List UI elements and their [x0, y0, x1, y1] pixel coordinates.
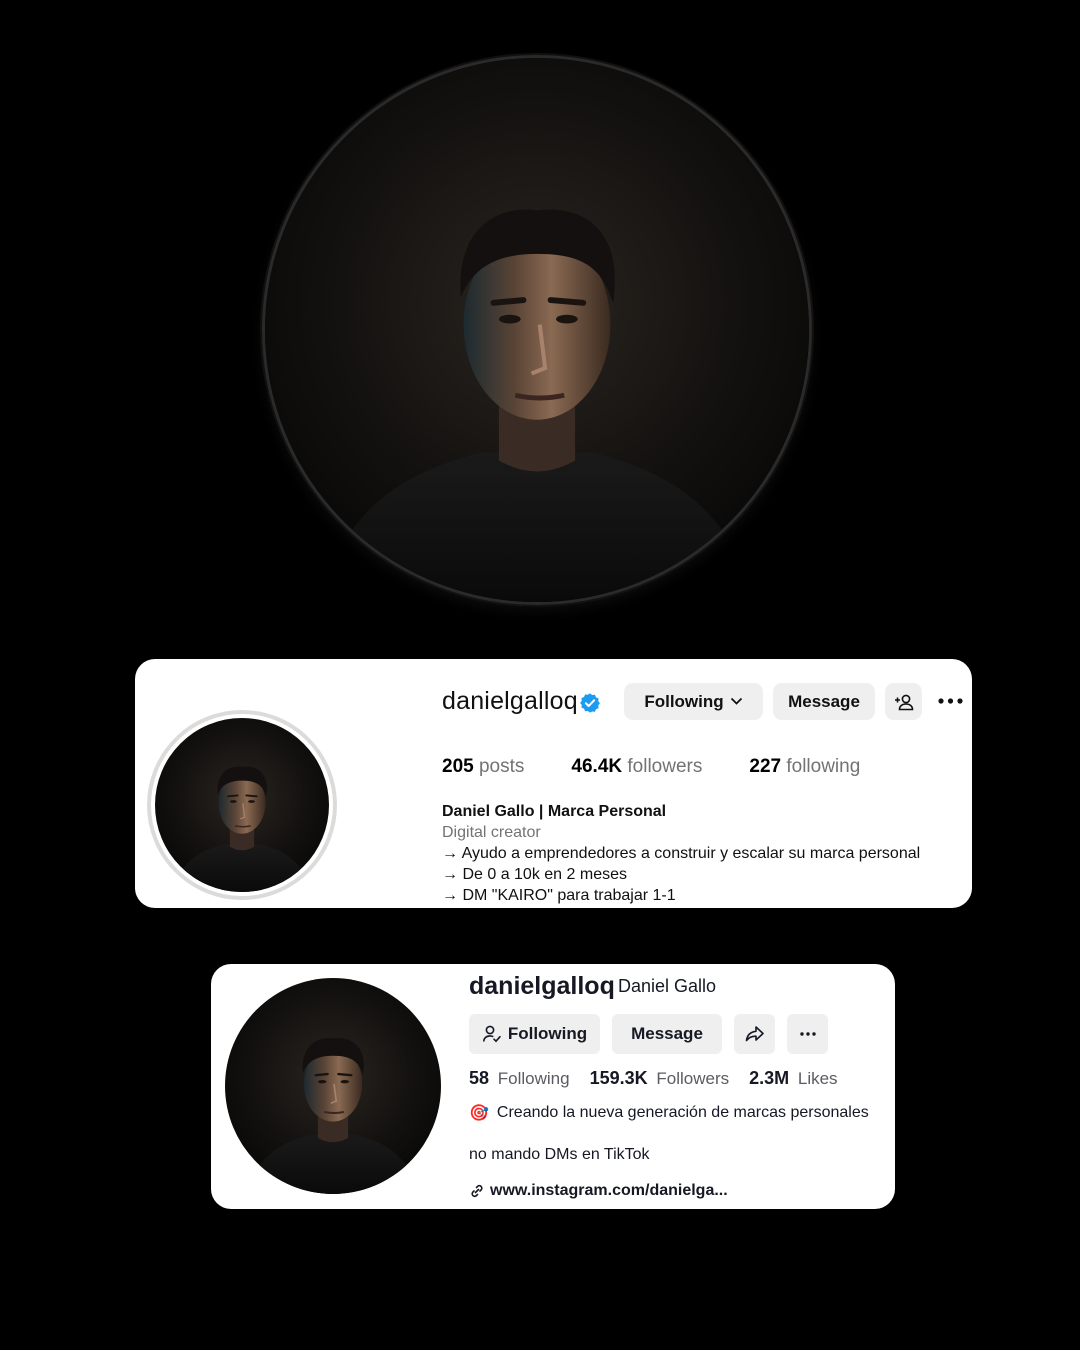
message-button[interactable]: Message [612, 1014, 722, 1054]
likes-count: 2.3M Likes [749, 1068, 838, 1088]
instagram-profile-card: danielgalloq Following Message 205 posts… [135, 659, 972, 908]
hero-portrait [262, 55, 812, 605]
link-text: www.instagram.com/danielga... [490, 1182, 728, 1199]
bio-line: → De 0 a 10k en 2 meses [442, 866, 627, 883]
following-count[interactable]: 58 Following [469, 1068, 570, 1089]
bio-line: 🎯 Creando la nueva generación de marcas … [469, 1103, 869, 1123]
user-check-icon [482, 1025, 501, 1043]
avatar[interactable] [147, 710, 337, 900]
followers-count[interactable]: 159.3K Followers [590, 1068, 730, 1089]
following-count[interactable]: 227 following [749, 756, 860, 778]
target-emoji-icon: 🎯 [469, 1105, 489, 1122]
profile-photo [265, 58, 809, 602]
add-user-icon [894, 694, 913, 710]
username: danielgalloq [442, 687, 578, 715]
bio-line: → Ayudo a emprendedores a construir y es… [442, 845, 921, 862]
verified-badge-icon [580, 693, 600, 713]
category-label: Digital creator [442, 824, 541, 841]
more-icon [799, 1032, 816, 1036]
following-button-label: Following [507, 1024, 588, 1043]
share-icon [745, 1026, 764, 1042]
avatar[interactable] [225, 978, 441, 1194]
username: danielgalloq [469, 972, 615, 1000]
message-button-label: Message [788, 691, 860, 711]
more-options-icon[interactable] [937, 695, 964, 707]
chevron-down-icon [730, 697, 742, 705]
display-name: Daniel Gallo | Marca Personal [442, 803, 667, 820]
profile-stats: 58 Following 159.3K Followers 2.3M Likes [469, 1068, 858, 1089]
profile-stats: 205 posts 46.4K followers 227 following [442, 756, 907, 778]
followers-count[interactable]: 46.4K followers [571, 756, 702, 778]
bio: Daniel Gallo | Marca Personal Digital cr… [442, 801, 920, 906]
profile-link[interactable]: www.instagram.com/danielga... [469, 1182, 728, 1200]
nickname: Daniel Gallo [618, 976, 717, 996]
following-button-label: Following [644, 691, 724, 711]
message-button-label: Message [631, 1024, 703, 1043]
link-icon [471, 1184, 483, 1198]
share-button[interactable] [734, 1014, 775, 1054]
following-button[interactable]: Following [624, 683, 763, 720]
bio-text: Creando la nueva generación de marcas pe… [496, 1104, 869, 1121]
bio-line: → DM "KAIRO" para trabajar 1-1 [442, 887, 676, 904]
more-options-button[interactable] [787, 1014, 828, 1054]
following-button[interactable]: Following [469, 1014, 600, 1054]
bio-line: no mando DMs en TikTok [469, 1146, 650, 1163]
message-button[interactable]: Message [773, 683, 875, 720]
tiktok-profile-card: danielgalloq Daniel Gallo Following Mess… [211, 964, 895, 1209]
posts-count[interactable]: 205 posts [442, 756, 524, 778]
add-user-button[interactable] [885, 683, 922, 720]
